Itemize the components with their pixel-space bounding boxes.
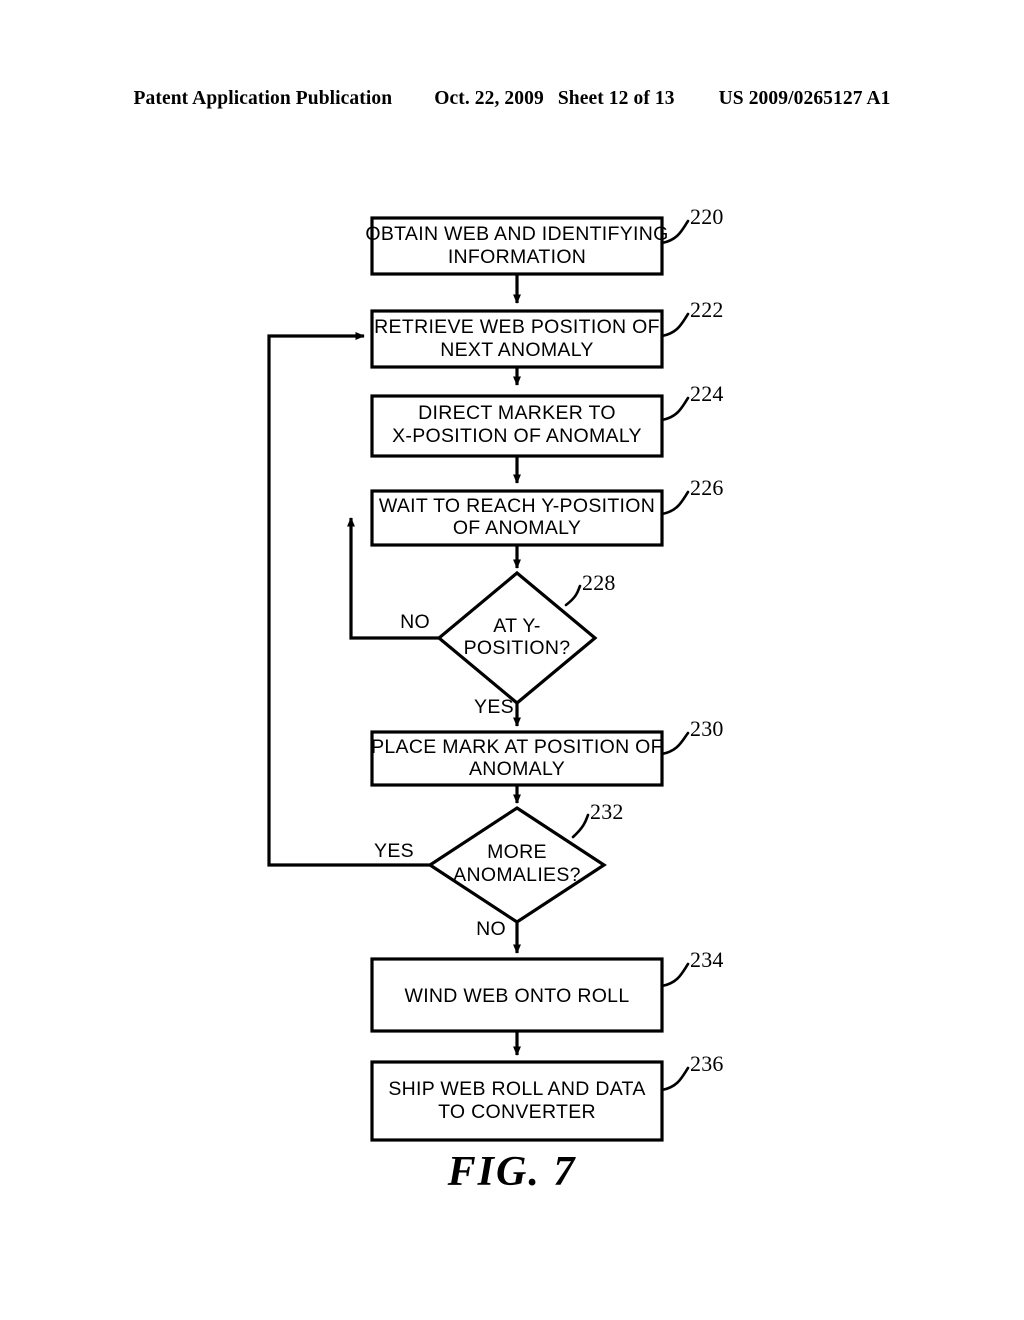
flowchart-diagram: OBTAIN WEB AND IDENTIFYING INFORMATION 2…: [0, 0, 1024, 1320]
flow-node-220-line-1: OBTAIN WEB AND IDENTIFYING: [365, 223, 668, 245]
flow-node-226-line-1: WAIT TO REACH Y-POSITION: [379, 495, 655, 517]
flow-ref-226: 226: [690, 475, 724, 500]
flow-ref-222: 222: [690, 297, 724, 322]
branch-label-at-y-position-yes: YES: [474, 696, 514, 718]
flow-ref-220: 220: [690, 204, 724, 229]
branch-label-more-anomalies-no: NO: [476, 918, 506, 940]
flow-ref-230: 230: [690, 716, 724, 741]
flow-ref-228: 228: [582, 570, 616, 595]
figure-caption: FIG. 7: [447, 1149, 577, 1195]
flow-node-236: SHIP WEB ROLL AND DATA TO CONVERTER 236: [370, 1051, 724, 1142]
flow-ref-234: 234: [690, 947, 724, 972]
flow-node-228: AT Y- POSITION? 228: [436, 570, 616, 706]
flow-ref-236: 236: [690, 1051, 724, 1076]
branch-label-more-anomalies-yes: YES: [374, 840, 414, 862]
flow-node-234: WIND WEB ONTO ROLL 234: [370, 947, 724, 1033]
flow-node-222-line-1: RETRIEVE WEB POSITION OF: [374, 316, 660, 338]
flow-node-228-line-2: POSITION?: [464, 637, 571, 659]
flow-node-220-line-2: INFORMATION: [448, 246, 586, 268]
flow-node-226: WAIT TO REACH Y-POSITION OF ANOMALY 226: [370, 475, 724, 547]
flow-node-230-line-2: ANOMALY: [469, 758, 565, 780]
flow-node-232-line-2: ANOMALIES?: [453, 864, 581, 886]
flow-node-222: RETRIEVE WEB POSITION OF NEXT ANOMALY 22…: [370, 297, 724, 369]
flow-node-222-line-2: NEXT ANOMALY: [440, 339, 594, 361]
flow-node-236-line-1: SHIP WEB ROLL AND DATA: [388, 1078, 645, 1100]
flow-node-228-line-1: AT Y-: [493, 615, 540, 637]
flow-node-220: OBTAIN WEB AND IDENTIFYING INFORMATION 2…: [365, 204, 724, 276]
flow-ref-232: 232: [590, 799, 624, 824]
flow-ref-224: 224: [690, 381, 724, 406]
flow-node-232-line-1: MORE: [487, 841, 547, 863]
branch-label-at-y-position-no: NO: [400, 611, 430, 633]
flow-node-224-line-1: DIRECT MARKER TO: [418, 402, 616, 424]
flow-node-230: PLACE MARK AT POSITION OF ANOMALY 230: [370, 716, 724, 787]
flow-node-226-line-2: OF ANOMALY: [453, 517, 581, 539]
flow-node-224-line-2: X-POSITION OF ANOMALY: [392, 425, 642, 447]
flow-node-236-line-2: TO CONVERTER: [438, 1101, 596, 1123]
flow-node-234-line-1: WIND WEB ONTO ROLL: [405, 985, 630, 1007]
flow-node-224: DIRECT MARKER TO X-POSITION OF ANOMALY 2…: [370, 381, 724, 458]
flow-node-230-line-1: PLACE MARK AT POSITION OF: [371, 736, 663, 758]
flow-node-232: MORE ANOMALIES? 232: [427, 799, 624, 924]
